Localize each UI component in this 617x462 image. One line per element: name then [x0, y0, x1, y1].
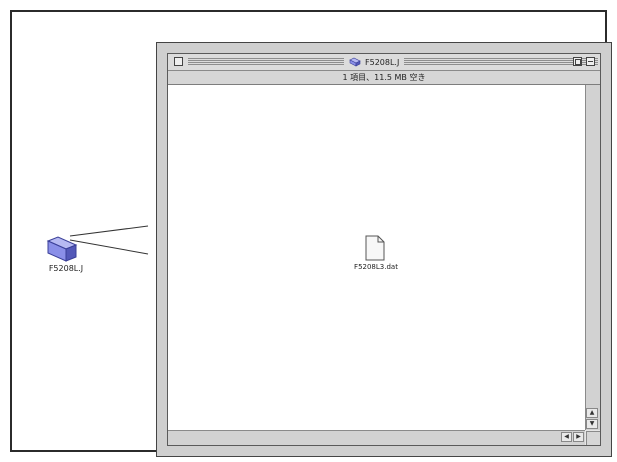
folder-icon[interactable]	[44, 233, 80, 263]
collapse-box-icon[interactable]	[586, 57, 595, 66]
close-box-icon[interactable]	[174, 57, 183, 66]
window-title-text: F5208L.J	[365, 57, 400, 67]
title-bar[interactable]: F5208L.J	[168, 54, 600, 71]
file-label[interactable]: F5208L3.dat	[340, 263, 412, 271]
finder-window: F5208L.J 1 項目、11.5 MB 空き F5208L3.dat ▲ ▼…	[156, 42, 612, 457]
illustration-frame: F5208L.J F5208L.J 1 項目、11.5 MB 空き F5208L…	[10, 10, 612, 457]
resize-grip-icon[interactable]	[586, 431, 600, 445]
folder-icon	[349, 57, 361, 67]
vertical-scrollbar[interactable]: ▲ ▼	[585, 85, 600, 430]
scroll-down-arrow-icon[interactable]: ▼	[586, 419, 598, 429]
scroll-left-arrow-icon[interactable]: ◀	[561, 432, 572, 442]
window-info-bar: 1 項目、11.5 MB 空き	[168, 71, 600, 85]
document-icon[interactable]	[365, 235, 385, 261]
zoom-box-icon[interactable]	[573, 57, 582, 66]
scroll-up-arrow-icon[interactable]: ▲	[586, 408, 598, 418]
window-body: F5208L.J 1 項目、11.5 MB 空き F5208L3.dat ▲ ▼…	[167, 53, 601, 446]
window-content[interactable]: F5208L3.dat	[168, 85, 585, 430]
scroll-right-arrow-icon[interactable]: ▶	[573, 432, 584, 442]
horizontal-scrollbar[interactable]: ◀ ▶	[168, 430, 585, 445]
desktop-folder-label[interactable]: F5208L.J	[34, 264, 98, 273]
window-title: F5208L.J	[344, 55, 405, 69]
